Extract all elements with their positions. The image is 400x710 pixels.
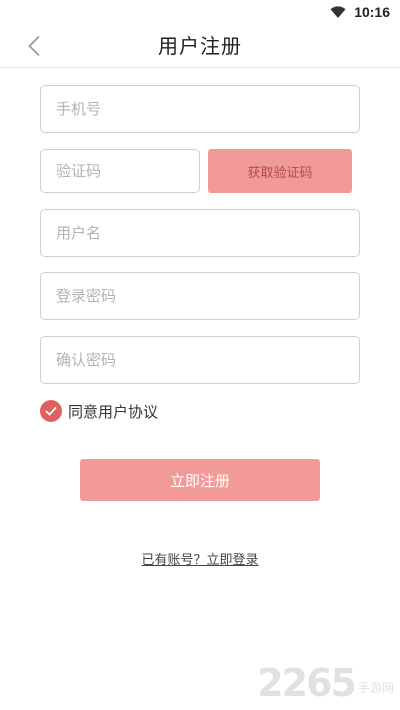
phone-input[interactable] (40, 85, 360, 133)
get-code-button[interactable]: 获取验证码 (208, 149, 352, 193)
watermark-number: 2265 (257, 661, 357, 705)
verification-code-input[interactable] (40, 149, 200, 193)
status-time: 10:16 (354, 4, 390, 20)
wifi-icon (330, 6, 346, 18)
password-input[interactable] (40, 272, 360, 320)
check-circle-icon[interactable] (40, 400, 62, 422)
username-input[interactable] (40, 209, 360, 257)
register-button[interactable]: 立即注册 (80, 459, 320, 501)
status-bar: 10:16 (0, 0, 400, 24)
register-screen: 10:16 用户注册 获取验证码 同意用户协议 立即注册 已有账号？立即登录 2… (0, 0, 400, 710)
page-title: 用户注册 (158, 34, 242, 58)
title-bar: 用户注册 (0, 24, 400, 68)
login-link[interactable]: 已有账号？立即登录 (0, 549, 400, 568)
agreement-label[interactable]: 同意用户协议 (68, 401, 158, 422)
confirm-password-input[interactable] (40, 336, 360, 384)
agreement-checkbox[interactable]: 同意用户协议 (40, 399, 158, 423)
watermark-text: 手游网 (357, 681, 394, 695)
watermark-logo: 2265 手游网 (257, 664, 394, 702)
